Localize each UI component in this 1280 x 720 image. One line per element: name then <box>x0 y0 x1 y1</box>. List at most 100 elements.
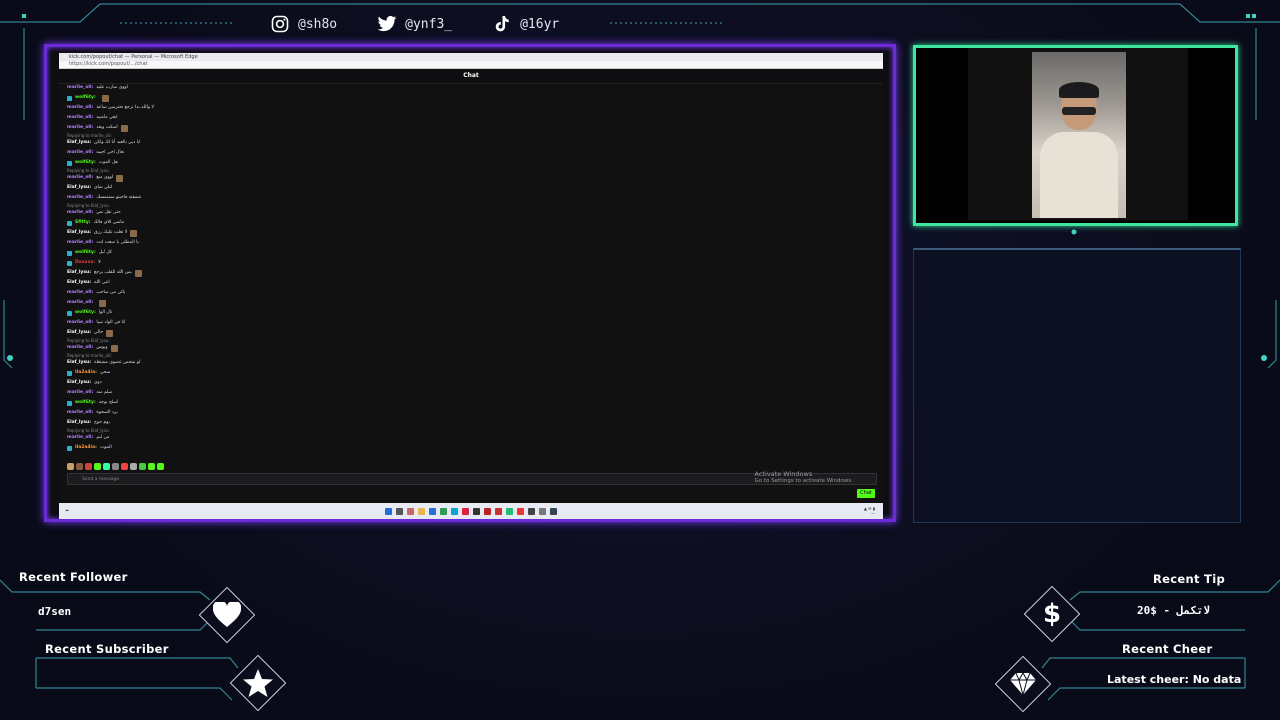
chat-username[interactable]: marlie_o0: <box>67 123 93 133</box>
chat-username[interactable]: marlie_o0: <box>67 193 93 203</box>
system-tray[interactable]: ▲ ✉ ▮ — <box>864 506 875 516</box>
chat-message[interactable]: wolf6ty: <box>67 93 883 103</box>
taskbar-app-icon[interactable] <box>484 507 491 515</box>
chat-username[interactable]: Elaf_lysu: <box>67 418 91 428</box>
chat-username[interactable]: wolf6ty: <box>75 248 96 258</box>
chat-username[interactable]: marlie_o0: <box>67 238 93 248</box>
emote-icon[interactable] <box>130 463 137 470</box>
chat-message[interactable]: Dxxxxx: لا <box>67 258 883 268</box>
chat-message[interactable]: Elaf_lysu: يوم حوج <box>67 418 883 428</box>
folder-icon[interactable] <box>418 507 425 515</box>
chat-username[interactable]: marlie_o0: <box>67 103 93 113</box>
chat-message[interactable]: marlie_o0: اسكت وبعد <box>67 123 883 133</box>
emote-icon[interactable] <box>94 463 101 470</box>
chat-message[interactable]: Ila2a4ia: صحي <box>67 368 883 378</box>
chat-username[interactable]: marlie_o0: <box>67 148 93 158</box>
chat-username[interactable]: wolf6ty: <box>75 398 96 408</box>
emote-icon[interactable] <box>139 463 146 470</box>
chat-username[interactable]: Elaf_lysu: <box>67 183 91 193</box>
chat-message[interactable]: Ila2a4ia: الموت <box>67 443 883 453</box>
address-bar[interactable]: https://kick.com/popout/.../chat <box>59 61 883 69</box>
chat-message[interactable]: Elaf_lysu: لا تعلت عليك رزق <box>67 228 883 238</box>
chat-username[interactable]: marlie_o0: <box>67 433 93 443</box>
chat-username[interactable]: marlie_o0: <box>67 343 93 353</box>
emote-icon[interactable] <box>157 463 164 470</box>
taskbar-app-icon[interactable] <box>517 507 524 515</box>
chat-username[interactable]: marlie_o0: <box>67 388 93 398</box>
chat-username[interactable]: Elaf_lysu: <box>67 378 91 388</box>
chat-message[interactable]: marlie_o0: ويوس <box>67 343 883 353</box>
chat-username[interactable]: Ila2a4ia: <box>75 368 97 378</box>
browser-tab[interactable]: kick.com/popout/chat — Personal — Micros… <box>59 53 883 61</box>
chat-username[interactable]: marlie_o0: <box>67 288 93 298</box>
taskbar-app-icon[interactable] <box>495 507 502 515</box>
search-icon[interactable] <box>396 507 403 515</box>
emote-icon[interactable] <box>76 463 83 470</box>
chat-message[interactable]: marlie_o0: تعال اجي اجيبه <box>67 148 883 158</box>
chat-message[interactable]: Elaf_lysu: انتي الله <box>67 278 883 288</box>
emote-icon[interactable] <box>67 463 74 470</box>
taskbar-app-icon[interactable] <box>407 507 414 515</box>
chat-message[interactable]: wolf6ty: نال الوا <box>67 308 883 318</box>
chat-message[interactable]: wolf6ty: اصلح بوجه <box>67 398 883 408</box>
chat-message-list[interactable]: marlie_o0: اووي منارب عليه wolf6ty: marlie_… <box>59 83 883 463</box>
chat-message[interactable]: marlie_o0: حتى تقل نص <box>67 208 883 218</box>
chat-message[interactable]: Elaf_lysu: لتلي شاي <box>67 183 883 193</box>
chat-username[interactable]: Elaf_lysu: <box>67 278 91 288</box>
chat-username[interactable]: marlie_o0: <box>67 83 93 93</box>
chat-message[interactable]: Elaf_lysu: بس الله للقلب يرجع <box>67 268 883 278</box>
chat-username[interactable]: Elaf_lysu: <box>67 138 91 148</box>
chat-message[interactable]: Sfltty: ماشي للاي فالك <box>67 218 883 228</box>
chat-send-button[interactable]: Chat <box>857 489 875 498</box>
edge-icon[interactable] <box>451 507 458 515</box>
chat-message[interactable]: wolf6ty: هل الموت <box>67 158 883 168</box>
emote-icon[interactable] <box>103 463 110 470</box>
emote-bar[interactable] <box>67 463 164 470</box>
chat-username[interactable]: marlie_o0: <box>67 173 93 183</box>
chat-message[interactable]: marlie_o0: انا في الواد تيبيا <box>67 318 883 328</box>
chat-username[interactable]: Elaf_lysu: <box>67 268 91 278</box>
chat-username[interactable]: wolf6ty: <box>75 93 96 103</box>
chat-message[interactable]: marlie_o0: اووي منغ <box>67 173 883 183</box>
chat-username[interactable]: marlie_o0: <box>67 298 93 308</box>
chat-message[interactable]: marlie_o0: <box>67 298 883 308</box>
taskbar-app-icon[interactable] <box>550 507 557 515</box>
taskbar-app-icon[interactable] <box>528 507 535 515</box>
chat-username[interactable]: Ila2a4ia: <box>75 443 97 453</box>
chat-message[interactable]: marlie_o0: صلم منه <box>67 388 883 398</box>
taskbar-app-icon[interactable] <box>440 507 447 515</box>
chat-message[interactable]: marlie_o0: اووي منارب عليه <box>67 83 883 93</box>
taskbar-app-icon[interactable] <box>429 507 436 515</box>
chat-username[interactable]: Sfltty: <box>75 218 91 228</box>
chat-username[interactable]: Elaf_lysu: <box>67 358 91 368</box>
chat-message[interactable]: marlie_o0: يالي من صاحب <box>67 288 883 298</box>
chat-message[interactable]: marlie_o0: من ليم <box>67 433 883 443</box>
chat-username[interactable]: wolf6ty: <box>75 158 96 168</box>
chat-message[interactable]: Elaf_lysu: ابا دبي بالعيد أنا لك ولكن <box>67 138 883 148</box>
chat-message[interactable]: marlie_o0: عشقته فاخيتو مشتمسك <box>67 193 883 203</box>
taskbar-app-icon[interactable] <box>539 507 546 515</box>
weather-widget[interactable]: ☁ <box>65 507 69 512</box>
chat-username[interactable]: Dxxxxx: <box>75 258 95 268</box>
taskbar-app-icon[interactable] <box>462 507 469 515</box>
emote-icon[interactable] <box>121 463 128 470</box>
chat-message[interactable]: marlie_o0: يا المطلي يا سعت انت <box>67 238 883 248</box>
emote-icon[interactable] <box>85 463 92 470</box>
chat-message[interactable]: Elaf_lysu: لو شخص عضوي مشتغلة <box>67 358 883 368</box>
chat-username[interactable]: Elaf_lysu: <box>67 328 91 338</box>
chat-username[interactable]: marlie_o0: <box>67 318 93 328</box>
chat-message[interactable]: Elaf_lysu: دوي <box>67 378 883 388</box>
chat-message[interactable]: marlie_o0: ابغي ماشيه <box>67 113 883 123</box>
chat-username[interactable]: marlie_o0: <box>67 408 93 418</box>
chat-message[interactable]: marlie_o0: يرد الصحوة <box>67 408 883 418</box>
taskbar-app-icon[interactable] <box>506 507 513 515</box>
chat-username[interactable]: wolf6ty: <box>75 308 96 318</box>
chat-username[interactable]: marlie_o0: <box>67 113 93 123</box>
chat-username[interactable]: marlie_o0: <box>67 208 93 218</box>
start-icon[interactable] <box>385 507 392 515</box>
chat-message[interactable]: Elaf_lysu: حالي <box>67 328 883 338</box>
chat-message[interactable]: marlie_o0: لا والله بدا ترجع تحترمين ساعة <box>67 103 883 113</box>
emote-icon[interactable] <box>112 463 119 470</box>
chat-message[interactable]: wolf6ty: كل ليل <box>67 248 883 258</box>
emote-icon[interactable] <box>148 463 155 470</box>
